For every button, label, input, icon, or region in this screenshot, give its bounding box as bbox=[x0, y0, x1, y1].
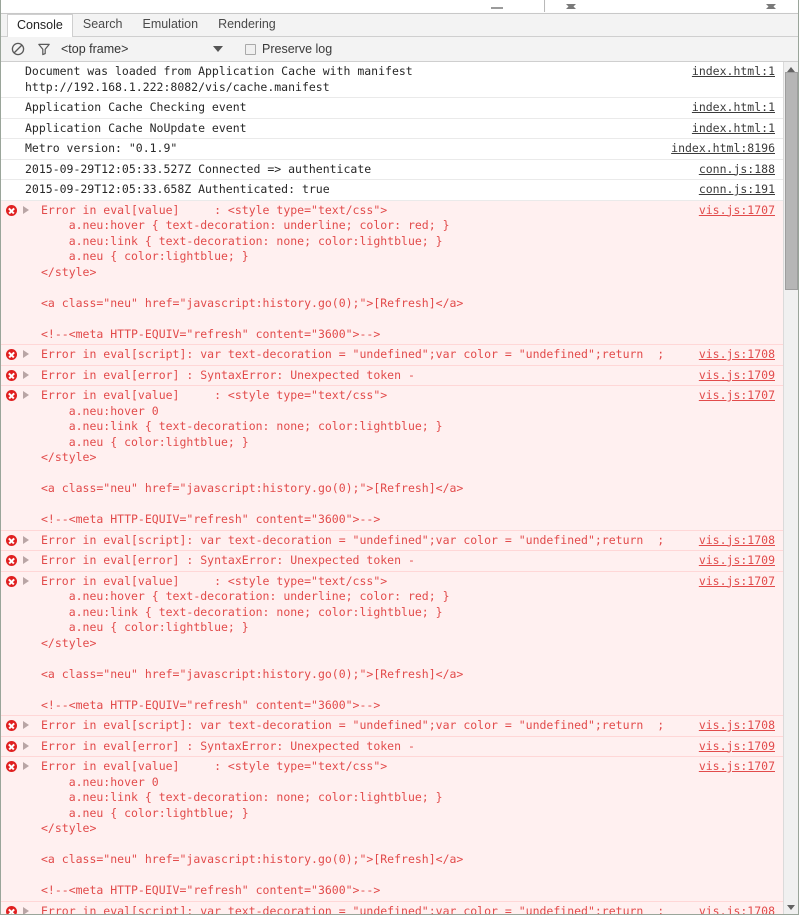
console-message-text: Error in eval[error] : SyntaxError: Unex… bbox=[41, 738, 415, 753]
console-message-text: Error in eval[script]: var text-decorati… bbox=[41, 718, 665, 732]
error-icon bbox=[6, 369, 17, 381]
source-link[interactable]: vis.js:1708 bbox=[699, 904, 775, 915]
preserve-log-toggle[interactable]: Preserve log bbox=[245, 42, 332, 56]
console-log-row[interactable]: Document was loaded from Application Cac… bbox=[1, 62, 783, 98]
disclosure-triangle-icon[interactable] bbox=[23, 906, 29, 914]
console-message-text: Error in eval[error] : SyntaxError: Unex… bbox=[41, 367, 415, 382]
console-error-row[interactable]: Error in eval[error] : SyntaxError: Unex… bbox=[1, 365, 783, 386]
source-link[interactable]: index.html:8196 bbox=[671, 141, 775, 157]
scrollbar-thumb[interactable] bbox=[785, 72, 798, 290]
error-icon bbox=[6, 349, 17, 360]
source-link[interactable]: conn.js:188 bbox=[699, 162, 775, 178]
error-icon bbox=[6, 761, 17, 772]
source-link[interactable]: vis.js:1708 bbox=[699, 718, 775, 734]
console-message-text: Application Cache Checking event bbox=[25, 100, 247, 114]
filter-funnel-icon[interactable] bbox=[33, 39, 55, 59]
console-message-list: Document was loaded from Application Cac… bbox=[1, 62, 783, 914]
source-link[interactable]: vis.js:1707 bbox=[699, 203, 775, 219]
console-message-text: Error in eval[value] : <style type="text… bbox=[41, 202, 464, 341]
source-link[interactable]: index.html:1 bbox=[692, 100, 775, 116]
source-link[interactable]: vis.js:1709 bbox=[699, 739, 775, 755]
error-icon bbox=[6, 575, 17, 587]
console-message-text: Error in eval[error] : SyntaxError: Unex… bbox=[41, 553, 415, 567]
source-link[interactable]: index.html:1 bbox=[692, 121, 775, 137]
source-link[interactable]: vis.js:1707 bbox=[699, 388, 775, 404]
console-message-text: Metro version: "0.1.9" bbox=[25, 141, 178, 155]
console-message-text: Document was loaded from Application Cac… bbox=[25, 64, 413, 94]
execution-context-label: <top frame> bbox=[61, 42, 129, 56]
splitter-handle-right[interactable] bbox=[766, 1, 777, 12]
error-icon bbox=[6, 555, 17, 566]
console-toolbar: <top frame> Preserve log bbox=[1, 37, 798, 62]
console-error-row[interactable]: Error in eval[script]: var text-decorati… bbox=[1, 901, 783, 915]
console-log-row[interactable]: Metro version: "0.1.9" index.html:8196 bbox=[1, 139, 783, 160]
console-message-text: Application Cache NoUpdate event bbox=[25, 120, 247, 135]
console-error-row[interactable]: Error in eval[value] : <style type="text… bbox=[1, 571, 783, 716]
source-link[interactable]: vis.js:1708 bbox=[699, 533, 775, 549]
console-error-row[interactable]: Error in eval[error] : SyntaxError: Unex… bbox=[1, 551, 783, 572]
console-error-row[interactable]: Error in eval[error] : SyntaxError: Unex… bbox=[1, 736, 783, 757]
tab-search[interactable]: Search bbox=[73, 13, 133, 36]
console-message-text: 2015-09-29T12:05:33.527Z Connected => au… bbox=[25, 161, 372, 176]
disclosure-triangle-icon[interactable] bbox=[23, 350, 29, 358]
source-link[interactable]: vis.js:1707 bbox=[699, 574, 775, 590]
error-icon bbox=[6, 740, 17, 752]
console-message-text: Error in eval[script]: var text-decorati… bbox=[41, 532, 665, 547]
source-link[interactable]: vis.js:1709 bbox=[699, 368, 775, 384]
clear-console-icon[interactable] bbox=[7, 39, 29, 59]
preserve-log-label: Preserve log bbox=[262, 42, 333, 56]
error-icon bbox=[6, 534, 17, 546]
console-log-row[interactable]: Application Cache Checking event index.ht… bbox=[1, 98, 783, 119]
console-error-row[interactable]: Error in eval[script]: var text-decorati… bbox=[1, 345, 783, 366]
disclosure-triangle-icon[interactable] bbox=[23, 741, 29, 750]
splitter-handle-left[interactable] bbox=[566, 1, 577, 12]
console-message-area: Document was loaded from Application Cac… bbox=[1, 62, 798, 914]
error-icon bbox=[6, 390, 17, 401]
console-log-row[interactable]: 2015-09-29T12:05:33.658Z Authenticated: … bbox=[1, 180, 783, 201]
error-icon bbox=[6, 905, 17, 914]
minimize-icon[interactable] bbox=[491, 7, 503, 9]
console-message-text: Error in eval[script]: var text-decorati… bbox=[41, 347, 665, 361]
source-link[interactable]: vis.js:1708 bbox=[699, 347, 775, 363]
disclosure-triangle-icon[interactable] bbox=[23, 535, 29, 544]
scroll-down-icon[interactable] bbox=[784, 900, 798, 914]
error-icon bbox=[6, 204, 17, 216]
chrome-pane-left bbox=[1, 0, 545, 12]
error-icon bbox=[6, 720, 17, 731]
disclosure-triangle-icon[interactable] bbox=[23, 576, 29, 585]
console-error-row[interactable]: Error in eval[script]: var text-decorati… bbox=[1, 530, 783, 551]
disclosure-triangle-icon[interactable] bbox=[23, 370, 29, 379]
console-message-text: Error in eval[value] : <style type="text… bbox=[41, 759, 464, 897]
disclosure-triangle-icon[interactable] bbox=[23, 205, 29, 214]
console-log-row[interactable]: 2015-09-29T12:05:33.527Z Connected => au… bbox=[1, 160, 783, 180]
tab-rendering[interactable]: Rendering bbox=[208, 13, 286, 36]
console-message-text: Error in eval[value] : <style type="text… bbox=[41, 573, 464, 712]
chrome-pane-right bbox=[546, 0, 798, 12]
source-link[interactable]: conn.js:191 bbox=[699, 182, 775, 198]
source-link[interactable]: vis.js:1709 bbox=[699, 553, 775, 569]
disclosure-triangle-icon[interactable] bbox=[23, 556, 29, 564]
preserve-log-checkbox[interactable] bbox=[245, 43, 256, 55]
console-log-row[interactable]: Application Cache NoUpdate event index.ht… bbox=[1, 119, 783, 139]
console-message-text: Error in eval[value] : <style type="text… bbox=[41, 388, 464, 526]
devtools-window: Console Search Emulation Rendering <top … bbox=[0, 0, 799, 915]
console-message-text: Error in eval[script]: var text-decorati… bbox=[41, 903, 665, 915]
source-link[interactable]: index.html:1 bbox=[692, 64, 775, 80]
console-error-row[interactable]: Error in eval[value] : <style type="text… bbox=[1, 757, 783, 902]
panel-tab-bar: Console Search Emulation Rendering bbox=[1, 14, 798, 37]
tab-console[interactable]: Console bbox=[7, 14, 73, 37]
disclosure-triangle-icon[interactable] bbox=[23, 721, 29, 729]
console-error-row[interactable]: Error in eval[script]: var text-decorati… bbox=[1, 716, 783, 737]
disclosure-triangle-icon[interactable] bbox=[23, 762, 29, 770]
chevron-down-icon[interactable] bbox=[213, 46, 223, 52]
execution-context-selector[interactable]: <top frame> bbox=[61, 39, 231, 59]
console-error-row[interactable]: Error in eval[value] : <style type="text… bbox=[1, 200, 783, 345]
console-scrollbar[interactable] bbox=[783, 62, 798, 914]
disclosure-triangle-icon[interactable] bbox=[23, 391, 29, 399]
tab-emulation[interactable]: Emulation bbox=[132, 13, 208, 36]
window-chrome-strip bbox=[1, 0, 798, 14]
console-message-text: 2015-09-29T12:05:33.658Z Authenticated: … bbox=[25, 182, 330, 196]
source-link[interactable]: vis.js:1707 bbox=[699, 759, 775, 775]
console-error-row[interactable]: Error in eval[value] : <style type="text… bbox=[1, 386, 783, 531]
